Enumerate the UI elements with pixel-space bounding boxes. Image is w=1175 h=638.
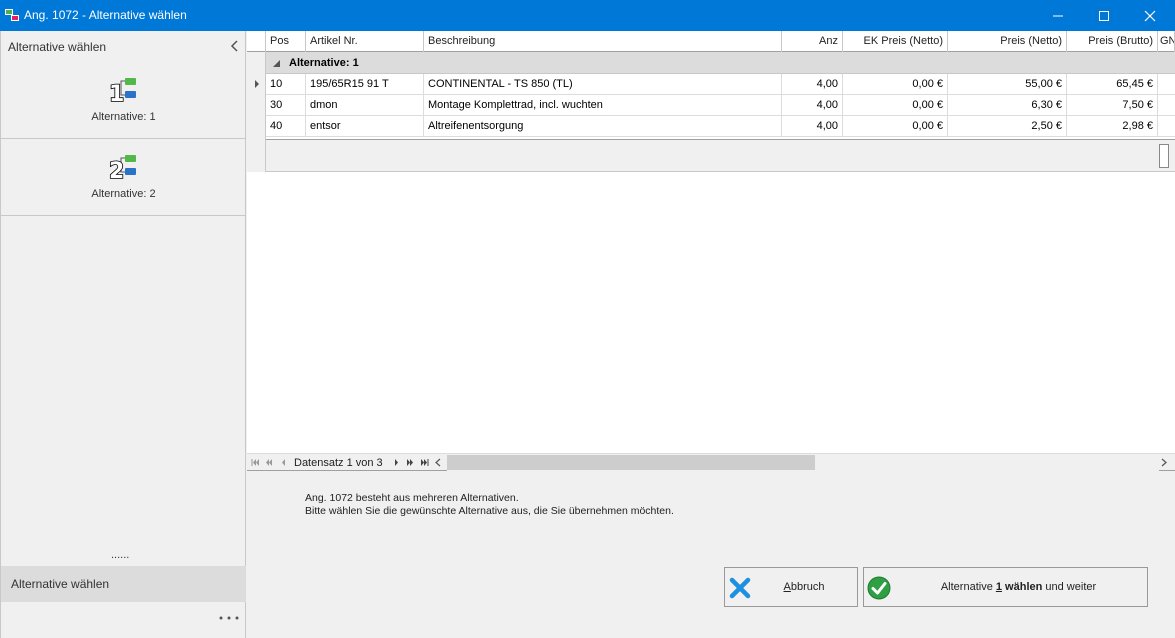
table-row[interactable]: 10 195/65R15 91 T CONTINENTAL - TS 850 (…: [266, 74, 1175, 95]
record-navigator: Datensatz 1 von 3: [247, 453, 1175, 471]
cell-netto: 2,50 €: [948, 116, 1067, 137]
app-icon: [5, 9, 19, 21]
vertical-scroll-thumb[interactable]: [1159, 144, 1169, 168]
cell-beschreibung: Montage Komplettrad, incl. wuchten: [424, 95, 782, 116]
maximize-icon: [1099, 10, 1109, 21]
svg-text:2: 2: [109, 159, 124, 182]
maximize-button[interactable]: [1081, 0, 1127, 31]
cell-beschreibung: CONTINENTAL - TS 850 (TL): [424, 74, 782, 95]
cell-brutto: 65,45 €: [1067, 74, 1158, 95]
group-label: Alternative: 1: [289, 57, 359, 69]
info-line-2: Bitte wählen Sie die gewünschte Alternat…: [305, 505, 674, 517]
cell-ek: 0,00 €: [843, 74, 948, 95]
cancel-button[interactable]: Abbruch: [724, 567, 858, 607]
info-message: Ang. 1072 besteht aus mehreren Alternati…: [305, 492, 674, 518]
minimize-icon: [1053, 15, 1063, 16]
next-page-icon[interactable]: [406, 458, 414, 467]
grid-header: Pos Artikel Nr. Beschreibung Anz EK Prei…: [247, 31, 1175, 52]
more-options-icon[interactable]: [218, 613, 240, 623]
record-counter: Datensatz 1 von 3: [294, 457, 383, 469]
footer-row: [266, 139, 1175, 172]
last-record-icon[interactable]: [420, 458, 429, 467]
row-indicator-column: [247, 52, 266, 172]
cell-brutto: 7,50 €: [1067, 95, 1158, 116]
panel-footer-label: Alternative wählen: [11, 577, 110, 591]
next-record-icon[interactable]: [394, 458, 399, 467]
column-header-artikel[interactable]: Artikel Nr.: [306, 31, 424, 52]
cell-artikel: entsor: [306, 116, 424, 137]
cell-pos: 10: [266, 74, 306, 95]
cell-artikel: 195/65R15 91 T: [306, 74, 424, 95]
previous-record-icon[interactable]: [281, 458, 286, 467]
column-header-beschreibung[interactable]: Beschreibung: [424, 31, 782, 52]
window-title: Ang. 1072 - Alternative wählen: [24, 8, 187, 22]
alternative-1-label: Alternative: 1: [91, 111, 156, 123]
alternative-2-label: Alternative: 2: [91, 188, 156, 200]
alternative-2-icon: 2: [108, 155, 136, 182]
cell-pos: 40: [266, 116, 306, 137]
choose-alternative-button[interactable]: Alternative 1 wählen und weiter: [863, 567, 1148, 607]
previous-page-icon[interactable]: [265, 458, 273, 467]
cell-anz: 4,00: [782, 74, 843, 95]
scroll-left-icon[interactable]: [435, 458, 441, 467]
panel-header: Alternative wählen: [1, 31, 246, 61]
column-header-ek-preis[interactable]: EK Preis (Netto): [843, 31, 948, 52]
cell-netto: 6,30 €: [948, 95, 1067, 116]
minimize-button[interactable]: [1035, 0, 1081, 31]
group-row[interactable]: Alternative: 1: [266, 52, 1175, 74]
svg-text:1: 1: [109, 82, 124, 105]
column-header-pos[interactable]: Pos: [266, 31, 306, 52]
column-header-preis-netto[interactable]: Preis (Netto): [948, 31, 1067, 52]
info-line-1: Ang. 1072 besteht aus mehreren Alternati…: [305, 492, 519, 504]
panel-footer-tab[interactable]: Alternative wählen: [1, 566, 246, 602]
cell-beschreibung: Altreifenentsorgung: [424, 116, 782, 137]
positions-grid: Pos Artikel Nr. Beschreibung Anz EK Prei…: [247, 31, 1175, 471]
alternative-item-1[interactable]: 1 Alternative: 1: [1, 62, 246, 139]
scroll-right-icon[interactable]: [1161, 458, 1167, 467]
column-header-anz[interactable]: Anz: [782, 31, 843, 52]
alternatives-panel: Alternative wählen 1 Alternative: 1 2 Al…: [0, 31, 246, 638]
choose-alternative-label: Alternative 1 wählen und weiter: [940, 581, 1097, 593]
cancel-x-icon: [729, 577, 751, 599]
chevron-left-icon[interactable]: [230, 40, 240, 52]
alternative-item-2[interactable]: 2 Alternative: 2: [1, 139, 246, 216]
horizontal-scroll-thumb[interactable]: [447, 455, 815, 470]
expand-triangle-icon[interactable]: [273, 60, 280, 67]
cell-ek: 0,00 €: [843, 95, 948, 116]
cell-artikel: dmon: [306, 95, 424, 116]
cell-anz: 4,00: [782, 95, 843, 116]
cell-anz: 4,00: [782, 116, 843, 137]
cell-netto: 55,00 €: [948, 74, 1067, 95]
cell-ek: 0,00 €: [843, 116, 948, 137]
title-bar: Ang. 1072 - Alternative wählen: [0, 0, 1175, 31]
header-indicator: [247, 31, 266, 52]
table-row[interactable]: 30 dmon Montage Komplettrad, incl. wucht…: [266, 95, 1175, 116]
column-header-gn[interactable]: GN: [1158, 31, 1175, 52]
cell-pos: 30: [266, 95, 306, 116]
cell-brutto: 2,98 €: [1067, 116, 1158, 137]
table-row[interactable]: 40 entsor Altreifenentsorgung 4,00 0,00 …: [266, 116, 1175, 137]
splitter-handle[interactable]: ......: [111, 549, 129, 561]
alternative-1-icon: 1: [108, 78, 136, 105]
panel-header-title: Alternative wählen: [8, 40, 107, 54]
column-header-preis-brutto[interactable]: Preis (Brutto): [1067, 31, 1158, 52]
first-record-icon[interactable]: [251, 458, 260, 467]
check-circle-icon: [867, 576, 891, 600]
close-button[interactable]: [1127, 0, 1173, 31]
current-row-indicator-icon: [255, 80, 259, 88]
close-icon: [1144, 10, 1156, 21]
